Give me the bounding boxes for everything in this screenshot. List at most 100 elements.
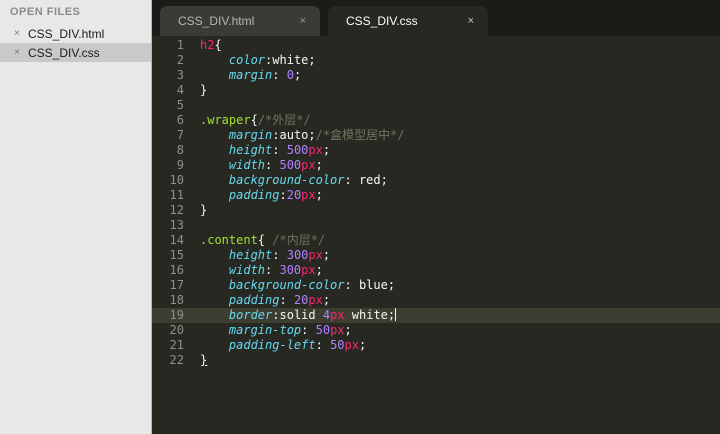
code-text: margin:auto;/*盒模型居中*/ bbox=[200, 128, 405, 143]
code-token: margin-top bbox=[228, 323, 302, 337]
code-token: 500 bbox=[279, 158, 302, 172]
code-line[interactable]: 16 width: 300px; bbox=[152, 263, 720, 278]
code-line[interactable]: 21 padding-left: 50px; bbox=[152, 338, 720, 353]
code-line[interactable]: 6 .wraper{/*外层*/ bbox=[152, 113, 720, 128]
code-line[interactable]: 19 border:solid 4px white; bbox=[152, 308, 720, 323]
code-line[interactable]: 12} bbox=[152, 203, 720, 218]
code-token: 300 bbox=[279, 263, 302, 277]
code-text: } bbox=[200, 83, 207, 98]
code-token: 50 bbox=[315, 323, 331, 337]
code-text: padding-left: 50px; bbox=[200, 338, 366, 353]
code-line[interactable]: 2 color:white; bbox=[152, 53, 720, 68]
code-line[interactable]: 11 padding:20px; bbox=[152, 188, 720, 203]
code-token: : bbox=[301, 323, 316, 337]
code-token: px bbox=[308, 293, 323, 307]
code-line[interactable]: 22} bbox=[152, 353, 720, 368]
close-icon[interactable]: × bbox=[14, 47, 26, 58]
code-token: 300 bbox=[286, 248, 309, 262]
line-number: 21 bbox=[169, 338, 184, 352]
code-token: ; bbox=[315, 158, 323, 172]
code-line[interactable]: 5 bbox=[152, 98, 720, 113]
code-token: ; bbox=[387, 308, 396, 322]
code-token: { bbox=[250, 113, 258, 127]
code-token: px bbox=[308, 248, 323, 262]
tab-css-div-html[interactable]: CSS_DIV.html × bbox=[160, 6, 320, 36]
code-token: ; bbox=[315, 263, 323, 277]
code-token: 20 bbox=[293, 293, 309, 307]
code-token: h2 bbox=[200, 38, 215, 52]
code-token: ; bbox=[387, 278, 396, 292]
code-token: : bbox=[344, 173, 359, 187]
text-cursor bbox=[395, 308, 397, 321]
line-number: 13 bbox=[169, 218, 184, 232]
code-line[interactable]: 15 height: 300px; bbox=[152, 248, 720, 263]
code-token: ; bbox=[322, 293, 331, 307]
sidebar-file-css-div-css[interactable]: × CSS_DIV.css bbox=[0, 43, 151, 62]
tab-css-div-css[interactable]: CSS_DIV.css × bbox=[328, 6, 488, 36]
code-token: width bbox=[228, 158, 266, 172]
code-token: padding bbox=[228, 293, 280, 307]
line-number: 14 bbox=[169, 233, 184, 247]
code-token: ; bbox=[358, 338, 367, 352]
code-token: : bbox=[279, 188, 287, 202]
code-token: : bbox=[272, 143, 287, 157]
code-token: color bbox=[228, 53, 266, 67]
code-token: : bbox=[265, 263, 280, 277]
code-token: background-color bbox=[228, 278, 345, 292]
line-number: 11 bbox=[169, 188, 184, 202]
code-line[interactable]: 20 margin-top: 50px; bbox=[152, 323, 720, 338]
code-line[interactable]: 8 height: 500px; bbox=[152, 143, 720, 158]
code-token: 4 bbox=[322, 308, 331, 322]
code-line[interactable]: 1 h2{ bbox=[152, 38, 720, 53]
code-token: auto bbox=[279, 128, 309, 142]
code-token: px bbox=[344, 338, 359, 352]
code-line[interactable]: 7 margin:auto;/*盒模型居中*/ bbox=[152, 128, 720, 143]
code-token: px bbox=[301, 263, 316, 277]
code-token: height bbox=[228, 248, 273, 262]
line-number: 3 bbox=[176, 68, 184, 82]
code-line[interactable]: 9 width: 500px; bbox=[152, 158, 720, 173]
code-line[interactable]: 4} bbox=[152, 83, 720, 98]
code-token: px bbox=[308, 143, 323, 157]
code-token: : bbox=[272, 68, 287, 82]
code-text: border:solid 4px white; bbox=[200, 308, 397, 323]
code-editor[interactable]: 1 h2{2 color:white; 3 margin: 0; 4} 5 6 .wrape… bbox=[152, 36, 720, 434]
close-icon[interactable]: × bbox=[14, 28, 26, 39]
line-number: 16 bbox=[169, 263, 184, 277]
code-line[interactable]: 13 bbox=[152, 218, 720, 233]
code-line[interactable]: 14 .content{ /*内层*/ bbox=[152, 233, 720, 248]
code-token: /*盒模型居中*/ bbox=[315, 128, 405, 142]
line-number: 18 bbox=[169, 293, 184, 307]
code-text: height: 500px; bbox=[200, 143, 330, 158]
code-token: white bbox=[344, 308, 388, 322]
line-number: 10 bbox=[169, 173, 184, 187]
code-text: } bbox=[200, 353, 207, 368]
code-line[interactable]: 17 background-color: blue; bbox=[152, 278, 720, 293]
code-token: px bbox=[301, 158, 316, 172]
code-token: ; bbox=[308, 128, 316, 142]
code-text: .wraper{/*外层*/ bbox=[200, 113, 311, 128]
code-token: ; bbox=[322, 248, 331, 262]
code-line[interactable]: 3 margin: 0; bbox=[152, 68, 720, 83]
code-token: border bbox=[228, 308, 273, 322]
code-token: : bbox=[272, 308, 280, 322]
sidebar-file-css-div-html[interactable]: × CSS_DIV.html bbox=[0, 24, 151, 43]
code-line[interactable]: 10 background-color: red; bbox=[152, 173, 720, 188]
code-line[interactable]: 18 padding: 20px; bbox=[152, 293, 720, 308]
code-token: margin bbox=[228, 68, 273, 82]
close-icon[interactable]: × bbox=[468, 15, 474, 27]
code-token: : bbox=[265, 158, 280, 172]
close-icon[interactable]: × bbox=[300, 15, 306, 27]
code-token: /*内层*/ bbox=[272, 233, 326, 247]
code-token: ; bbox=[380, 173, 388, 187]
line-number: 2 bbox=[176, 53, 184, 67]
code-token: } bbox=[200, 203, 208, 217]
code-token: px bbox=[330, 308, 345, 322]
